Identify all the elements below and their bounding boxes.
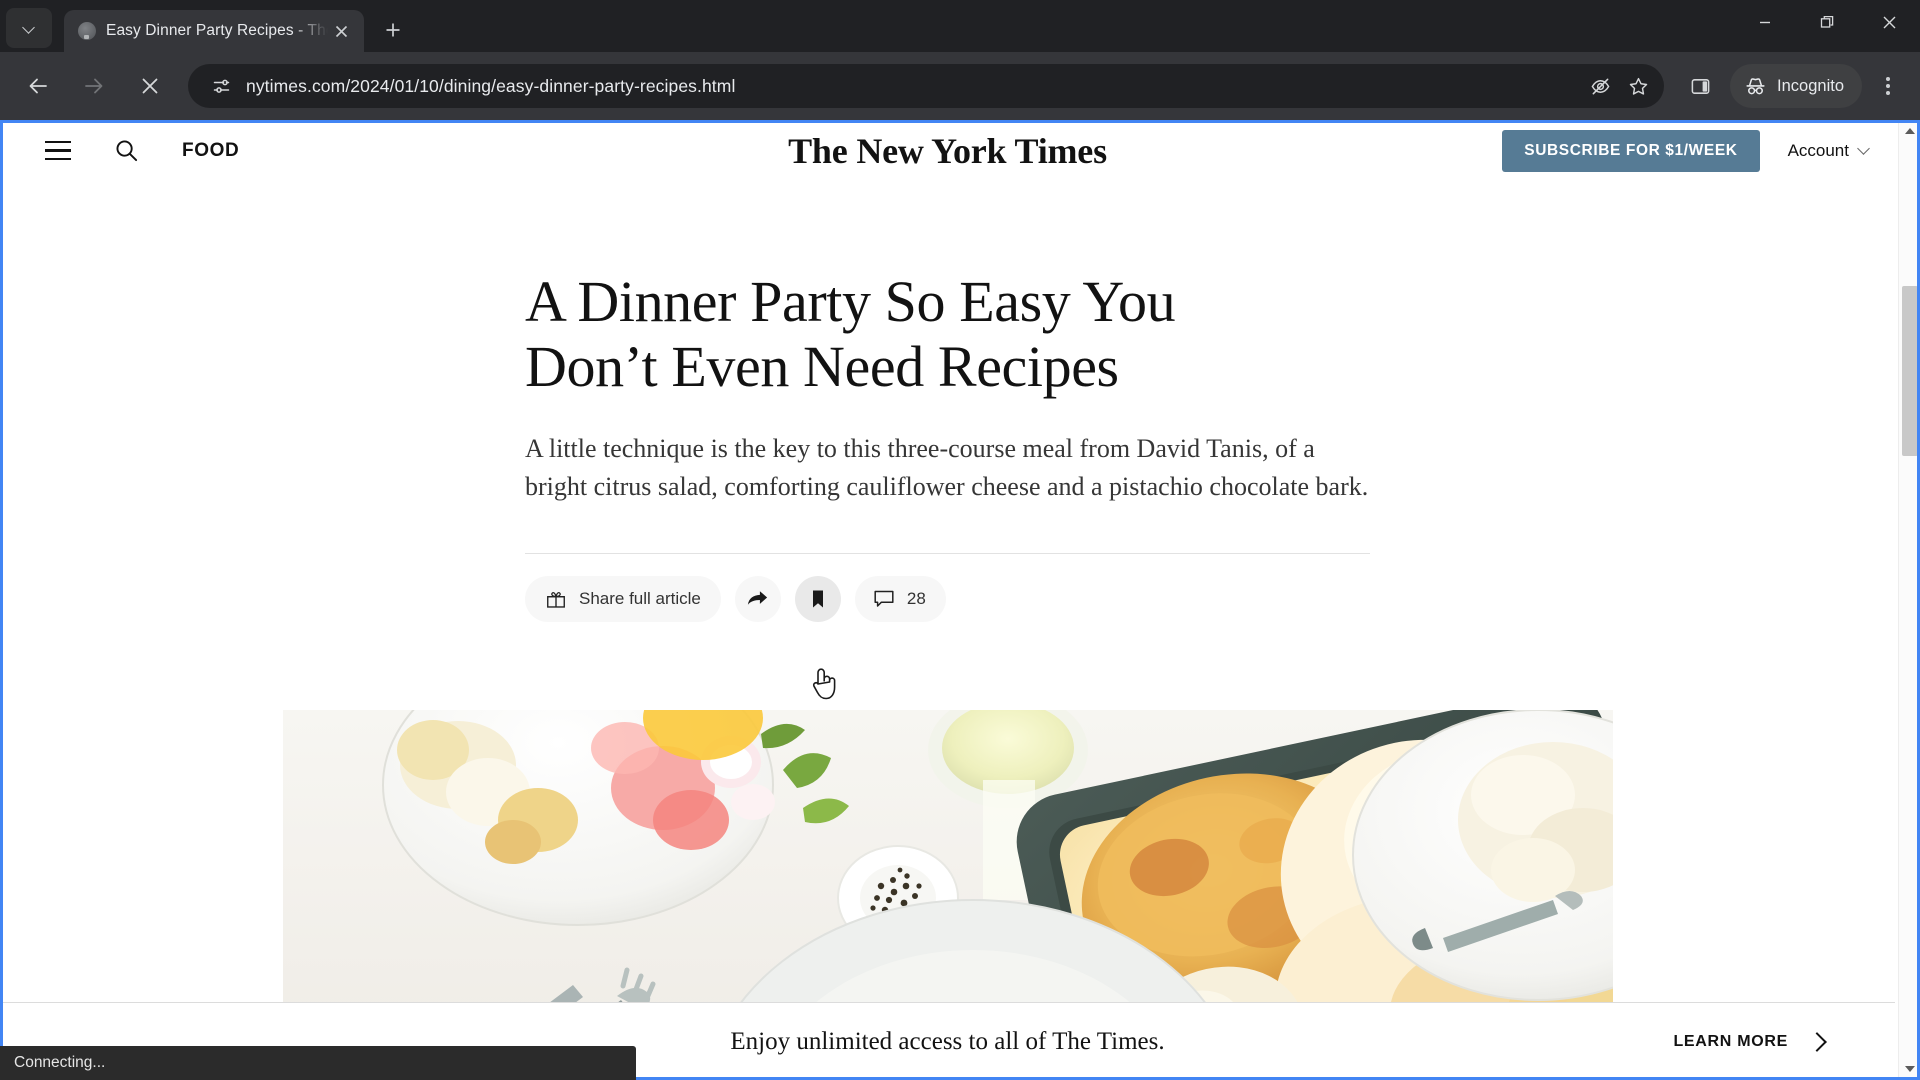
minimize-icon [1760, 21, 1770, 24]
section-label[interactable]: FOOD [182, 140, 239, 162]
header-right: SUBSCRIBE FOR $1/WEEK Account [1502, 129, 1869, 172]
chevron-down-icon [1859, 144, 1869, 154]
new-tab-button[interactable] [374, 11, 412, 49]
side-panel-icon [1691, 78, 1709, 94]
close-glyph [335, 25, 347, 37]
star-icon[interactable] [1620, 68, 1656, 104]
address-bar[interactable]: nytimes.com/2024/01/10/dining/easy-dinne… [188, 64, 1665, 108]
scrollbar-thumb[interactable] [1902, 286, 1918, 456]
triangle-down-icon [1905, 1066, 1915, 1072]
nyt-masthead-logo[interactable]: The New York Times [788, 128, 1107, 175]
subscribe-button[interactable]: SUBSCRIBE FOR $1/WEEK [1502, 129, 1760, 172]
tab-title: Easy Dinner Party Recipes - The [106, 22, 328, 39]
window-controls [1734, 0, 1920, 44]
mouse-cursor [808, 662, 842, 709]
chevron-down-icon [23, 22, 35, 34]
url-text: nytimes.com/2024/01/10/dining/easy-dinne… [246, 75, 736, 96]
header-left: FOOD [26, 129, 239, 173]
article-body: A Dinner Party So Easy You Don’t Even Ne… [525, 269, 1370, 622]
learn-more-label: LEARN MORE [1673, 1032, 1788, 1050]
article: A Dinner Party So Easy You Don’t Even Ne… [0, 120, 1895, 1080]
browser-toolbar: nytimes.com/2024/01/10/dining/easy-dinne… [0, 52, 1920, 120]
search-icon[interactable] [104, 129, 148, 173]
scroll-down-arrow[interactable] [1899, 1058, 1920, 1080]
account-menu[interactable]: Account [1788, 141, 1869, 161]
nyt-favicon [78, 22, 96, 40]
maximize-restore-button[interactable] [1796, 0, 1858, 44]
magnifier-glyph [115, 140, 137, 162]
scroll-up-arrow[interactable] [1899, 120, 1920, 142]
bookmark-star-glyph [1629, 77, 1647, 95]
kebab-menu-icon [1886, 75, 1890, 97]
stop-loading-button[interactable] [128, 64, 172, 108]
browser-tab[interactable]: Easy Dinner Party Recipes - The [64, 10, 364, 52]
divider [525, 552, 1370, 554]
learn-more-button[interactable]: LEARN MORE [1673, 1033, 1823, 1051]
status-bubble: Connecting... [0, 1046, 636, 1080]
incognito-label: Incognito [1777, 76, 1844, 95]
close-icon [1883, 16, 1895, 28]
restore-icon [1820, 15, 1833, 28]
share-full-article-button[interactable]: Share full article [525, 575, 721, 622]
incognito-indicator[interactable]: Incognito [1730, 64, 1862, 108]
article-actions: Share full article 28 [525, 575, 1370, 622]
comment-count: 28 [906, 588, 926, 608]
page-scrollbar[interactable] [1898, 120, 1920, 1080]
share-arrow-icon [748, 591, 768, 606]
page-title: A Dinner Party So Easy You Don’t Even Ne… [525, 269, 1370, 400]
hamburger-menu-icon[interactable] [38, 131, 78, 171]
comment-bubble-icon [874, 590, 894, 607]
bookmark-button[interactable] [794, 575, 841, 622]
headline-line-2: Don’t Even Need Recipes [525, 333, 1119, 399]
tab-strip: Easy Dinner Party Recipes - The [0, 0, 1920, 52]
share-button[interactable] [734, 575, 781, 622]
close-window-button[interactable] [1858, 0, 1920, 44]
arrow-right-icon [85, 78, 103, 94]
bookmark-filled-icon [812, 590, 823, 608]
paywall-message: Enjoy unlimited access to all of The Tim… [730, 1027, 1165, 1055]
tab-search-button[interactable] [6, 8, 52, 48]
close-icon[interactable] [328, 18, 354, 44]
arrow-left-icon [29, 78, 47, 94]
headline-line-1: A Dinner Party So Easy You [525, 269, 1176, 334]
browser-window: Easy Dinner Party Recipes - The nytimes.… [0, 0, 1920, 1080]
eye-slash-icon[interactable] [1582, 68, 1618, 104]
incognito-icon [1746, 77, 1765, 94]
site-header: FOOD The New York Times SUBSCRIBE FOR $1… [0, 120, 1895, 182]
sliders-icon [213, 79, 229, 93]
gift-icon [547, 591, 565, 608]
account-label: Account [1787, 140, 1849, 160]
plus-icon [386, 23, 400, 37]
chevron-right-icon [1810, 1035, 1823, 1048]
article-summary: A little technique is the key to this th… [525, 433, 1369, 501]
pointer-hand-icon [812, 668, 836, 700]
tracking-protection-glyph [1591, 78, 1609, 94]
site-settings-icon[interactable] [206, 71, 236, 101]
omnibox-actions [1580, 68, 1656, 104]
chrome-menu-button[interactable] [1866, 64, 1910, 108]
side-panel-button[interactable] [1678, 64, 1722, 108]
minimize-button[interactable] [1734, 0, 1796, 44]
stop-loading-icon [142, 78, 158, 94]
back-button[interactable] [16, 64, 60, 108]
forward-button[interactable] [72, 64, 116, 108]
share-full-article-label: Share full article [579, 588, 701, 608]
comments-button[interactable]: 28 [854, 575, 946, 622]
triangle-up-icon [1905, 128, 1915, 134]
web-page-viewport: A Dinner Party So Easy You Don’t Even Ne… [0, 120, 1920, 1080]
